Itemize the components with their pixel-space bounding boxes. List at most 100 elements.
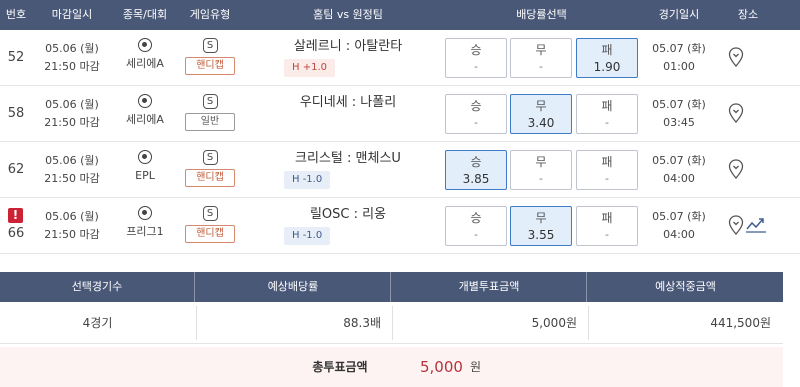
- table-row: 58 05.06 (월) 21:50 마감 세리에A S 일반 우디네세 : 나…: [0, 86, 800, 142]
- odds-lose-button[interactable]: 패 -: [576, 150, 638, 190]
- table-row: 62 05.06 (월) 21:50 마감 EPL S 핸디캡 크리스털 : 맨…: [0, 142, 800, 198]
- game-type-badge: 핸디캡: [185, 57, 235, 75]
- map-pin-icon[interactable]: [728, 215, 744, 235]
- col-venue: 장소: [737, 8, 759, 21]
- odds-draw-button[interactable]: 무 3.55: [510, 206, 572, 246]
- teams-name: 릴OSC : 리옹: [309, 207, 387, 222]
- odds-lose-value: -: [605, 228, 609, 241]
- expected-odds: 88.3배: [343, 316, 381, 330]
- deadline-date: 05.06 (월): [45, 210, 99, 223]
- total-stake-label: 총투표금액: [312, 360, 368, 374]
- odds-draw-label: 무: [535, 211, 547, 225]
- soccer-ball-icon: [138, 150, 152, 164]
- league: 프리그1: [115, 206, 175, 240]
- total-stake-bar: 총투표금액 5,000 원: [0, 347, 783, 387]
- match-number: 62: [7, 162, 25, 177]
- match-date: 05.07 (화): [652, 98, 706, 111]
- s-icon: S: [202, 206, 218, 221]
- match-time: 04:00: [663, 228, 695, 241]
- match-number: 58: [7, 106, 25, 121]
- col-match-date: 경기일시: [658, 8, 700, 21]
- league: 세리에A: [115, 38, 175, 72]
- league-name: 세리에A: [126, 57, 164, 70]
- odds-win-label: 승: [470, 99, 482, 113]
- deadline: 05.06 (월) 21:50 마감: [36, 152, 108, 188]
- soccer-ball-icon: [138, 94, 152, 108]
- col-number: 번호: [5, 8, 27, 21]
- summary-header-stake: 개별투표금액: [392, 272, 587, 302]
- summary-header-payout: 예상적중금액: [655, 280, 716, 293]
- odds-lose-button[interactable]: 패 -: [576, 94, 638, 134]
- alert-icon: !: [8, 208, 23, 223]
- match-date: 05.07 (화): [652, 210, 706, 223]
- odds-draw-button[interactable]: 무 -: [510, 150, 572, 190]
- odds-win-button[interactable]: 승 3.85: [445, 150, 507, 190]
- individual-stake: 5,000원: [531, 316, 577, 330]
- table-row: 52 05.06 (월) 21:50 마감 세리에A S 핸디캡 살레르니 : …: [0, 30, 800, 86]
- summary-values: 4경기 88.3배 5,000원 441,500원: [0, 302, 783, 344]
- venue: [726, 103, 770, 125]
- trend-chart-icon[interactable]: [746, 216, 766, 234]
- match-datetime: 05.07 (화) 03:45: [646, 96, 712, 132]
- teams: 살레르니 : 아탈란타 H +1.0: [258, 38, 438, 77]
- odds-lose-label: 패: [601, 211, 613, 225]
- odds-lose-value: -: [605, 116, 609, 129]
- odds-win-button[interactable]: 승 -: [445, 94, 507, 134]
- soccer-ball-icon: [138, 206, 152, 220]
- game-type: S 일반: [180, 94, 240, 131]
- odds-lose-value: 1.90: [593, 60, 621, 74]
- odds-win-button[interactable]: 승 -: [445, 206, 507, 246]
- map-pin-icon[interactable]: [728, 103, 744, 123]
- deadline-date: 05.06 (월): [45, 154, 99, 167]
- total-stake-amount: 5,000: [420, 358, 463, 376]
- odds-win-value: -: [474, 228, 478, 241]
- odds-draw-value: -: [539, 60, 543, 73]
- odds-win-value: -: [474, 116, 478, 129]
- match-datetime: 05.07 (화) 04:00: [646, 152, 712, 188]
- odds-draw-value: -: [539, 172, 543, 185]
- match-datetime: 05.07 (화) 01:00: [646, 40, 712, 76]
- odds-draw-label: 무: [535, 155, 547, 169]
- match-date: 05.07 (화): [652, 154, 706, 167]
- soccer-ball-icon: [138, 38, 152, 52]
- match-number: 52: [7, 50, 25, 65]
- handicap-badge: H +1.0: [284, 59, 335, 77]
- odds-lose-label: 패: [601, 43, 613, 57]
- deadline-time: 21:50 마감: [44, 60, 100, 73]
- match-time: 03:45: [663, 116, 695, 129]
- expected-payout: 441,500원: [710, 316, 771, 330]
- odds-lose-button[interactable]: 패 1.90: [576, 38, 638, 78]
- venue: [726, 47, 770, 69]
- s-icon: S: [202, 94, 218, 109]
- table-row: ! 66 05.06 (월) 21:50 마감 프리그1 S 핸디캡 릴OSC …: [0, 198, 800, 254]
- table-header: 번호 마감일시 종목/대회 게임유형 홈팀 vs 원정팀 배당률선택 경기일시 …: [0, 0, 800, 30]
- deadline-date: 05.06 (월): [45, 98, 99, 111]
- odds-lose-button[interactable]: 패 -: [576, 206, 638, 246]
- odds-draw-label: 무: [535, 99, 547, 113]
- map-pin-icon[interactable]: [728, 159, 744, 179]
- summary-header-odds: 예상배당률: [196, 272, 391, 302]
- summary-header: 선택경기수 예상배당률 개별투표금액 예상적중금액: [0, 272, 783, 302]
- odds-draw-button[interactable]: 무 -: [510, 38, 572, 78]
- col-league: 종목/대회: [122, 8, 168, 21]
- handicap-badge: H -1.0: [284, 171, 331, 189]
- odds-draw-button[interactable]: 무 3.40: [510, 94, 572, 134]
- match-datetime: 05.07 (화) 04:00: [646, 208, 712, 244]
- selected-games-count: 4경기: [82, 316, 113, 330]
- game-type: S 핸디캡: [180, 38, 240, 75]
- col-teams: 홈팀 vs 원정팀: [313, 8, 383, 21]
- deadline: 05.06 (월) 21:50 마감: [36, 96, 108, 132]
- odds-win-button[interactable]: 승 -: [445, 38, 507, 78]
- odds-draw-label: 무: [535, 43, 547, 57]
- odds-win-value: -: [474, 60, 478, 73]
- game-type: S 핸디캡: [180, 206, 240, 243]
- teams-name: 살레르니 : 아탈란타: [293, 39, 403, 54]
- game-type-badge: 핸디캡: [185, 169, 235, 187]
- map-pin-icon[interactable]: [728, 47, 744, 67]
- summary-header-count: 선택경기수: [0, 272, 195, 302]
- s-icon: S: [202, 38, 218, 53]
- odds-win-value: 3.85: [462, 172, 490, 186]
- col-game-type: 게임유형: [189, 8, 231, 21]
- game-type-badge: 일반: [185, 113, 235, 131]
- league-name: 세리에A: [126, 113, 164, 126]
